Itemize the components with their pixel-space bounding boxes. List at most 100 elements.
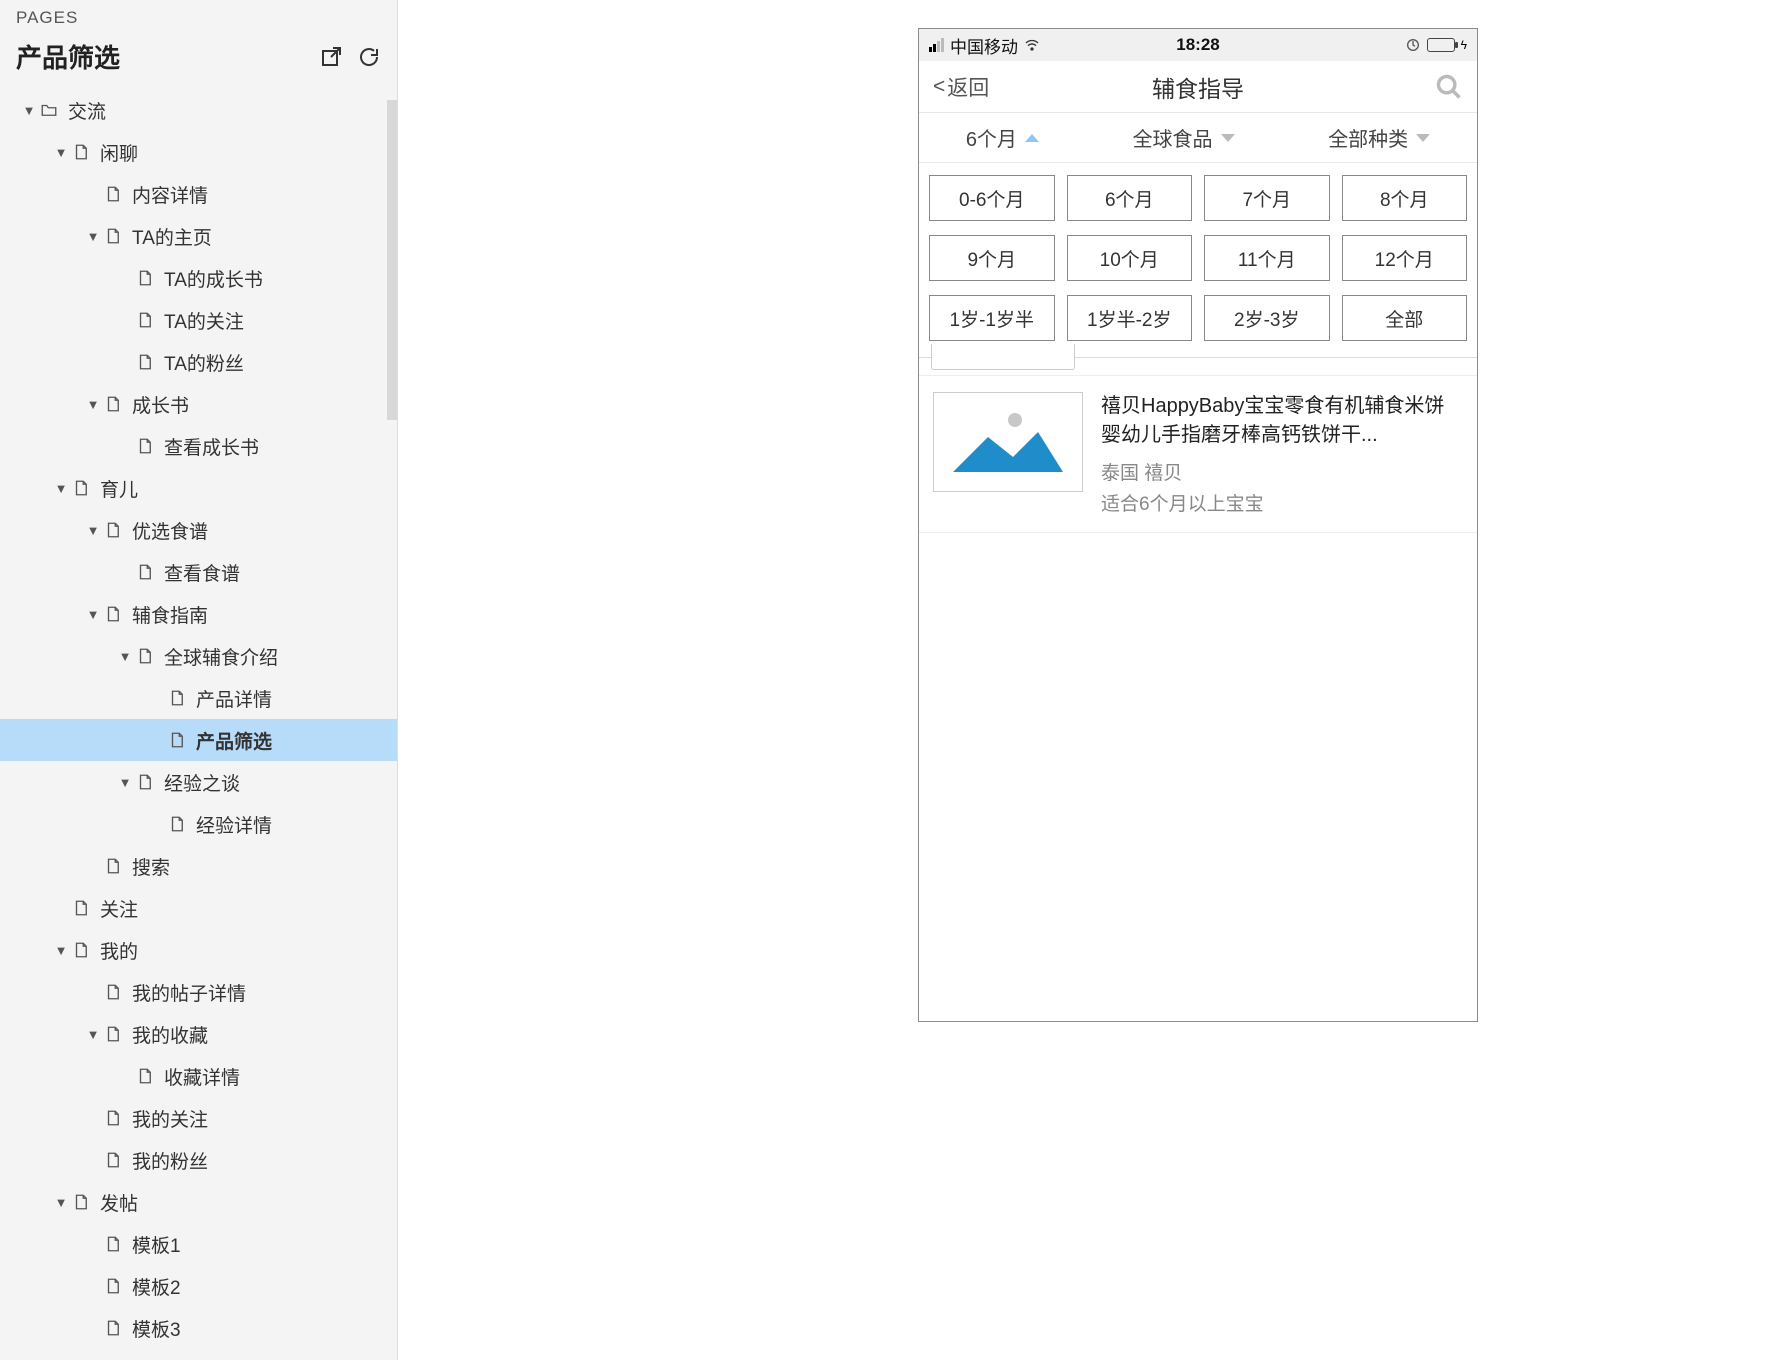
tree-node[interactable]: ▼模板3 <box>0 1307 397 1349</box>
tree-node-label: 关注 <box>100 895 138 922</box>
age-option[interactable]: 8个月 <box>1342 175 1468 221</box>
age-option[interactable]: 1岁半-2岁 <box>1067 295 1193 341</box>
tree-node[interactable]: ▼产品筛选 <box>0 719 397 761</box>
age-options-panel: 0-6个月 6个月7个月 8个月 9个月 10个月11个月 12个月 1岁-1岁半 1岁半-2… <box>919 163 1477 358</box>
page-icon <box>134 563 156 581</box>
tree-node[interactable]: ▼查看食谱 <box>0 551 397 593</box>
page-icon <box>134 437 156 455</box>
tree-node[interactable]: ▼TA的关注 <box>0 299 397 341</box>
caret-icon: ▼ <box>84 523 102 538</box>
tree-node-label: TA的主页 <box>132 223 212 250</box>
age-option[interactable]: 2岁-3岁 <box>1204 295 1330 341</box>
export-icon[interactable] <box>319 45 343 69</box>
back-button[interactable]: < 返回 <box>933 72 989 102</box>
carrier-label: 中国移动 <box>950 33 1018 58</box>
age-option[interactable]: 1岁-1岁半 <box>929 295 1055 341</box>
tree-node[interactable]: ▼我的关注 <box>0 1097 397 1139</box>
tree-node[interactable]: ▼模板1 <box>0 1223 397 1265</box>
caret-icon: ▼ <box>84 229 102 244</box>
tree-node[interactable]: ▼产品详情 <box>0 677 397 719</box>
age-option[interactable]: 10个月 <box>1067 235 1193 281</box>
page-icon <box>102 1151 124 1169</box>
age-option[interactable]: 9个月 <box>929 235 1055 281</box>
age-option[interactable]: 11个月 <box>1204 235 1330 281</box>
tree-node-label: 育儿 <box>100 475 138 502</box>
scrollbar-thumb[interactable] <box>387 100 397 420</box>
tree-node[interactable]: ▼成长书 <box>0 383 397 425</box>
tree-node[interactable]: ▼全球辅食介绍 <box>0 635 397 677</box>
thumbnail-peek <box>931 344 1075 370</box>
tree-node[interactable]: ▼优选食谱 <box>0 509 397 551</box>
tree-node[interactable]: ▼收藏详情 <box>0 1055 397 1097</box>
caret-icon: ▼ <box>52 1195 70 1210</box>
tree-node-label: 经验详情 <box>196 811 272 838</box>
page-icon <box>70 479 92 497</box>
page-title: 产品筛选 <box>16 38 120 75</box>
tree-node[interactable]: ▼我的帖子详情 <box>0 971 397 1013</box>
page-icon <box>102 185 124 203</box>
caret-icon: ▼ <box>52 943 70 958</box>
tree-node-label: 模板3 <box>132 1315 181 1342</box>
tree-node[interactable]: ▼ TA的主页 <box>0 215 397 257</box>
tree-node[interactable]: ▼我的 <box>0 929 397 971</box>
sidebar-header: PAGES <box>0 0 397 28</box>
tree-node[interactable]: ▼闲聊 <box>0 131 397 173</box>
tree-node[interactable]: ▼内容详情 <box>0 173 397 215</box>
nav-bar: < 返回 辅食指导 <box>919 61 1477 113</box>
page-icon <box>134 773 156 791</box>
tree-node[interactable]: ▼ 育儿 <box>0 467 397 509</box>
tree-node[interactable]: ▼发帖 <box>0 1181 397 1223</box>
tree-node-label: 成长书 <box>132 391 189 418</box>
tree-node[interactable]: ▼我的粉丝 <box>0 1139 397 1181</box>
screen-title: 辅食指导 <box>1152 70 1244 104</box>
page-icon <box>166 731 188 749</box>
tree-node[interactable]: ▼查看成长书 <box>0 425 397 467</box>
page-icon <box>70 1193 92 1211</box>
caret-icon: ▼ <box>116 649 134 664</box>
page-icon <box>102 395 124 413</box>
tree-node-label: 我的关注 <box>132 1105 208 1132</box>
tree-node-label: TA的粉丝 <box>164 349 244 376</box>
status-bar: 中国移动 18:28 ϟ <box>919 29 1477 61</box>
folder-icon <box>38 101 60 119</box>
page-icon <box>102 1025 124 1043</box>
tree-node[interactable]: ▼TA的成长书 <box>0 257 397 299</box>
caret-icon: ▼ <box>52 481 70 496</box>
tree-node[interactable]: ▼经验详情 <box>0 803 397 845</box>
tree-node-label: 我的帖子详情 <box>132 979 246 1006</box>
tree-node[interactable]: ▼搜索 <box>0 845 397 887</box>
tree-node-label: 辅食指南 <box>132 601 208 628</box>
search-button[interactable] <box>1435 73 1463 101</box>
filter-age[interactable]: 6个月 <box>966 123 1039 152</box>
tree-node[interactable]: ▼关注 <box>0 887 397 929</box>
age-option[interactable]: 全部 <box>1342 295 1468 341</box>
page-tree[interactable]: ▼交流▼闲聊▼内容详情▼TA的主页▼TA的成长书▼TA的关注▼TA的粉丝▼成长书… <box>0 89 397 1360</box>
tree-node[interactable]: ▼TA的粉丝 <box>0 341 397 383</box>
page-icon <box>134 647 156 665</box>
filter-age-label: 6个月 <box>966 123 1017 152</box>
tree-node-label: 收藏详情 <box>164 1063 240 1090</box>
page-icon <box>102 521 124 539</box>
tree-node[interactable]: ▼我的收藏 <box>0 1013 397 1055</box>
phone-mockup: 中国移动 18:28 ϟ <box>918 28 1478 1022</box>
tree-node[interactable]: ▼辅食指南 <box>0 593 397 635</box>
product-card[interactable]: 禧贝HappyBaby宝宝零食有机辅食米饼婴幼儿手指磨牙棒高钙铁饼干... 泰国… <box>919 376 1477 533</box>
tree-node[interactable]: ▼经验之谈 <box>0 761 397 803</box>
filter-origin[interactable]: 全球食品 <box>1133 123 1235 152</box>
caret-icon: ▼ <box>116 775 134 790</box>
tree-node-label: TA的关注 <box>164 307 244 334</box>
age-option[interactable]: 0-6个月 <box>929 175 1055 221</box>
refresh-icon[interactable] <box>357 45 381 69</box>
age-option[interactable]: 6个月 <box>1067 175 1193 221</box>
filter-category[interactable]: 全部种类 <box>1328 123 1430 152</box>
tree-node[interactable]: ▼模板2 <box>0 1265 397 1307</box>
product-info: 禧贝HappyBaby宝宝零食有机辅食米饼婴幼儿手指磨牙棒高钙铁饼干... 泰国… <box>1101 392 1463 516</box>
age-option[interactable]: 12个月 <box>1342 235 1468 281</box>
page-title-row: 产品筛选 <box>0 28 397 89</box>
age-option[interactable]: 7个月 <box>1204 175 1330 221</box>
list-item-peek <box>919 358 1477 376</box>
design-canvas: 中国移动 18:28 ϟ <box>398 0 1774 1360</box>
page-icon <box>70 143 92 161</box>
tree-node[interactable]: ▼交流 <box>0 89 397 131</box>
status-time: 18:28 <box>1176 35 1219 55</box>
